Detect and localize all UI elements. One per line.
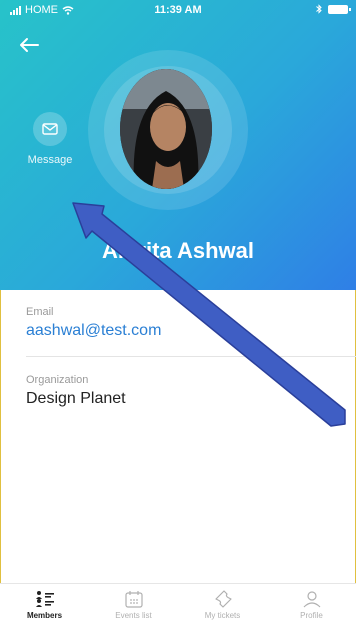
tab-label: Members <box>26 611 63 620</box>
profile-header: HOME 11:39 AM Message Amrita Ashwal <box>0 0 356 290</box>
message-button[interactable]: Message <box>18 112 82 176</box>
tab-label: Events list <box>115 611 152 620</box>
divider <box>26 356 356 357</box>
avatar-photo <box>120 69 212 189</box>
calendar-icon <box>124 591 143 608</box>
tab-bar: Members Events list My tickets Profile <box>0 583 356 632</box>
avatar <box>120 69 212 189</box>
back-arrow-icon <box>20 38 39 52</box>
bluetooth-icon <box>316 4 322 14</box>
back-button[interactable] <box>14 30 44 60</box>
status-bar: HOME 11:39 AM <box>0 0 356 22</box>
envelope-icon <box>42 123 58 135</box>
members-icon <box>35 591 54 607</box>
message-label: Message <box>27 154 73 166</box>
tab-label: My tickets <box>204 611 241 620</box>
organization-section: Organization Design Planet <box>26 374 356 408</box>
battery-icon <box>328 4 351 14</box>
profile-icon <box>303 591 320 608</box>
tab-my-tickets[interactable]: My tickets <box>178 584 267 632</box>
email-link[interactable]: aashwal@test.com <box>26 322 356 340</box>
tab-events-list[interactable]: Events list <box>89 584 178 632</box>
tab-label: Profile <box>300 611 323 620</box>
organization-value: Design Planet <box>26 390 126 407</box>
email-label: Email <box>26 306 54 318</box>
status-time: 11:39 AM <box>154 4 202 16</box>
member-name: Amrita Ashwal <box>101 238 254 263</box>
email-section: Email aashwal@test.com <box>26 306 356 340</box>
ticket-icon <box>214 590 232 608</box>
organization-label: Organization <box>26 374 89 386</box>
tab-members[interactable]: Members <box>0 584 89 632</box>
tab-profile[interactable]: Profile <box>267 584 356 632</box>
